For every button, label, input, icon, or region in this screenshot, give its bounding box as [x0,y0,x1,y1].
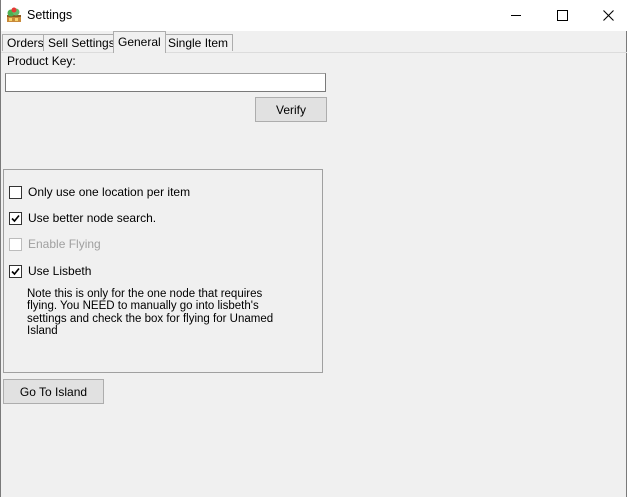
settings-window: Settings Orders Sell Settings General Si… [0,0,627,497]
option-label: Use better node search. [28,211,157,225]
window-title: Settings [27,8,73,22]
option-label: Enable Flying [28,237,101,251]
tab-general[interactable]: General [113,31,166,53]
checkbox-one-location[interactable] [9,186,22,199]
maximize-icon [556,10,568,21]
product-key-input[interactable] [5,73,326,92]
checkmark-icon [11,267,20,276]
checkbox-better-node-search[interactable] [9,212,22,225]
maximize-button[interactable] [539,0,585,31]
minimize-button[interactable] [493,0,539,31]
tab-strip: Orders Sell Settings General Single Item [1,31,627,53]
tab-orders[interactable]: Orders [2,34,49,51]
tab-single-item[interactable]: Single Item [163,34,234,51]
tab-sell-settings[interactable]: Sell Settings [43,34,120,51]
lisbeth-note: Note this is only for the one node that … [27,288,274,338]
go-to-island-button[interactable]: Go To Island [3,379,104,404]
checkbox-use-lisbeth[interactable] [9,265,22,278]
product-key-label: Product Key: [7,54,76,68]
option-label: Use Lisbeth [28,264,92,278]
checkbox-enable-flying [9,238,22,251]
app-icon [6,7,22,23]
tab-panel-border [1,52,627,53]
verify-button[interactable]: Verify [255,97,327,122]
checkmark-icon [11,214,20,223]
title-bar[interactable]: Settings [1,0,627,31]
close-icon [602,10,614,21]
minimize-icon [510,15,521,16]
close-button[interactable] [585,0,627,31]
option-label: Only use one location per item [28,185,191,199]
